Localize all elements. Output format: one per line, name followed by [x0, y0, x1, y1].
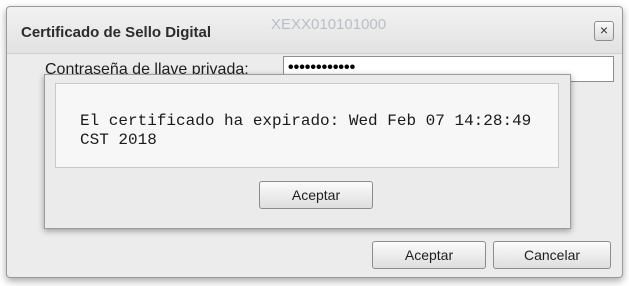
close-button[interactable]: ×: [594, 21, 614, 41]
alert-accept-button[interactable]: Aceptar: [259, 181, 373, 209]
alert-message: El certificado ha expirado: Wed Feb 07 1…: [80, 112, 532, 149]
cancel-button[interactable]: Cancelar: [493, 241, 611, 269]
accept-button[interactable]: Aceptar: [372, 241, 486, 269]
rfc-label: XEXX010101000: [271, 16, 387, 33]
alert-message-box: El certificado ha expirado: Wed Feb 07 1…: [55, 83, 559, 168]
dialog-titlebar[interactable]: Certificado de Sello Digital XEXX0101010…: [7, 7, 622, 54]
expired-alert-dialog: El certificado ha expirado: Wed Feb 07 1…: [44, 74, 571, 229]
dialog-title: Certificado de Sello Digital: [21, 24, 212, 41]
close-icon: ×: [599, 22, 609, 38]
